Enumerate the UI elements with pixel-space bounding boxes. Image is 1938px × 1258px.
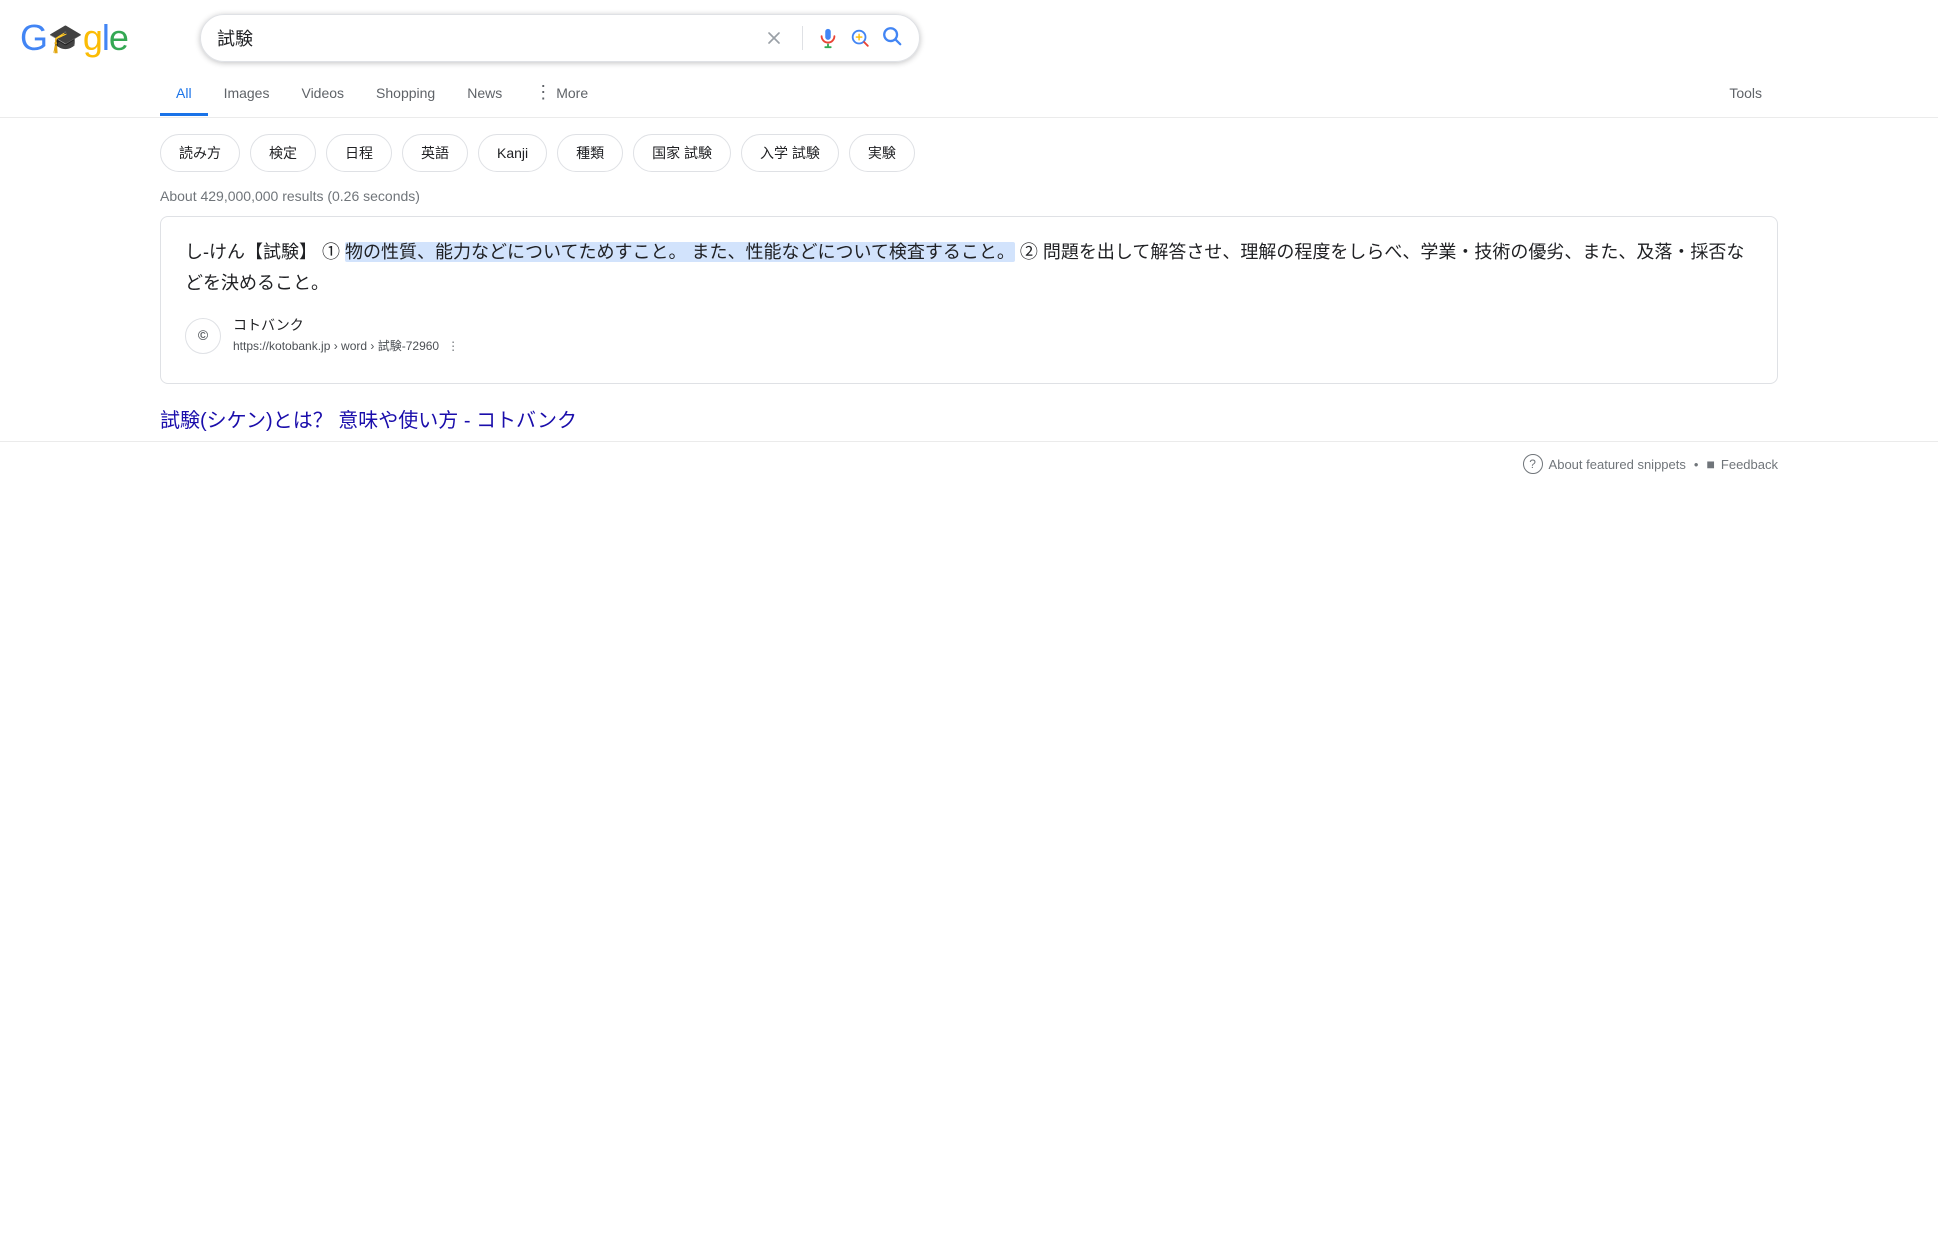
source-name: コトバンク	[233, 314, 459, 337]
source-url: https://kotobank.jp › word › 試験-72960 ⋮	[233, 337, 459, 357]
logo-letter-g: G	[20, 17, 47, 59]
search-input[interactable]: 試験	[217, 28, 750, 49]
result-source: © コトバンク https://kotobank.jp › word › 試験-…	[185, 314, 1753, 357]
source-favicon: ©	[185, 318, 221, 354]
tab-videos[interactable]: Videos	[285, 73, 360, 116]
chip-kokka-shiken[interactable]: 国家 試験	[633, 134, 731, 172]
chip-nittei[interactable]: 日程	[326, 134, 392, 172]
logo-letter-g2: l	[102, 17, 109, 59]
bottom-bar: ? About featured snippets • ■ Feedback	[0, 441, 1938, 486]
header: G 🎓 g l e 試験	[0, 0, 1938, 62]
feedback-icon: ■	[1706, 456, 1714, 472]
chip-eigo[interactable]: 英語	[402, 134, 468, 172]
result-kebab-menu[interactable]: ⋮	[447, 337, 459, 357]
google-logo[interactable]: G 🎓 g l e	[20, 17, 128, 59]
search-bar-divider	[802, 26, 803, 50]
result-link[interactable]: 試験(シケン)とは？ 意味や使い方 - コトバンク	[160, 404, 1778, 433]
help-icon: ?	[1523, 454, 1543, 474]
search-bar-container: 試験	[200, 14, 920, 62]
results-meta: About 429,000,000 results (0.26 seconds)	[0, 184, 1938, 216]
chips-row: 読み方 検定 日程 英語 Kanji 種類 国家 試験 入学 試験 実験	[0, 118, 1938, 184]
chip-nyugaku-shiken[interactable]: 入学 試験	[741, 134, 839, 172]
snippet-text: し‐けん【試験】 ① 物の性質、能力などについてためすこと。 また、性能などにつ…	[185, 237, 1753, 298]
voice-search-button[interactable]	[817, 27, 839, 49]
tab-news[interactable]: News	[451, 73, 518, 116]
chip-kanji[interactable]: Kanji	[478, 134, 547, 172]
about-snippets-item[interactable]: ? About featured snippets	[1523, 454, 1686, 474]
feedback-item[interactable]: ■ Feedback	[1706, 456, 1778, 472]
tab-tools[interactable]: Tools	[1713, 73, 1778, 116]
dot-separator: •	[1694, 457, 1699, 472]
snippet-text-part1: し‐けん【試験】 ①	[185, 242, 345, 262]
search-bar: 試験	[200, 14, 920, 62]
chip-jikken[interactable]: 実験	[849, 134, 915, 172]
source-info: コトバンク https://kotobank.jp › word › 試験-72…	[233, 314, 459, 357]
tab-more[interactable]: ⋮ More	[518, 70, 604, 118]
logo-letter-o2: g	[83, 17, 102, 59]
chip-kentei[interactable]: 検定	[250, 134, 316, 172]
clear-button[interactable]	[760, 24, 788, 52]
more-dots-icon: ⋮	[534, 82, 552, 103]
tab-shopping[interactable]: Shopping	[360, 73, 451, 116]
logo-area: G 🎓 g l e	[20, 17, 180, 59]
snippet-highlighted: 物の性質、能力などについてためすこと。 また、性能などについて検査すること。	[345, 242, 1015, 262]
logo-decoration: 🎓	[48, 22, 82, 55]
tab-images[interactable]: Images	[208, 73, 286, 116]
chip-yomikata[interactable]: 読み方	[160, 134, 240, 172]
logo-letter-l: e	[109, 17, 128, 59]
lens-search-button[interactable]	[849, 27, 871, 49]
chip-shurui[interactable]: 種類	[557, 134, 623, 172]
tab-all[interactable]: All	[160, 73, 208, 116]
search-submit-button[interactable]	[881, 25, 903, 52]
nav-tabs: All Images Videos Shopping News ⋮ More T…	[0, 70, 1938, 118]
featured-snippet: し‐けん【試験】 ① 物の性質、能力などについてためすこと。 また、性能などにつ…	[160, 216, 1778, 384]
